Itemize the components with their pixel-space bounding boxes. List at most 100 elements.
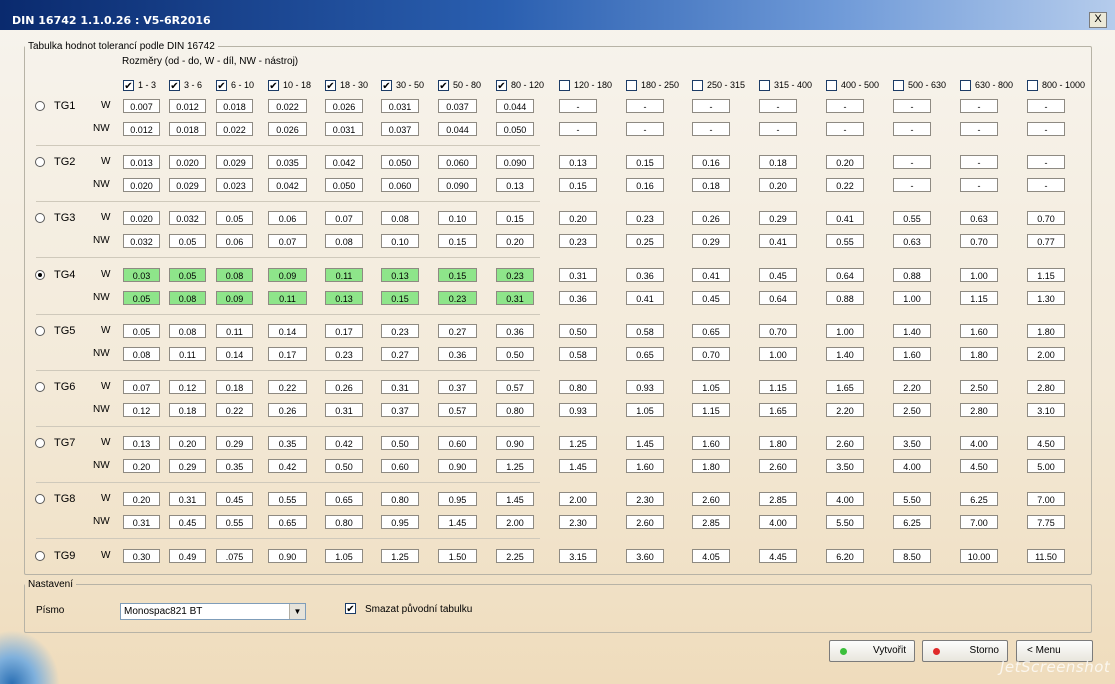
value-cell-tg8-w-5: 0.65 xyxy=(325,492,363,506)
column-checkbox-12[interactable] xyxy=(759,79,770,91)
value-cell-tg8-w-9: 2.00 xyxy=(559,492,597,506)
value-cell-tg4-nw-15: 1.15 xyxy=(960,291,998,305)
value-cell-tg2-nw-12: 0.20 xyxy=(759,178,797,192)
value-cell-tg8-nw-6: 0.95 xyxy=(381,515,419,529)
group-separator xyxy=(36,538,540,539)
column-checkbox-15[interactable] xyxy=(960,79,971,91)
radio-tg9[interactable] xyxy=(35,551,45,561)
column-checkbox-13[interactable] xyxy=(826,79,837,91)
value-cell-tg3-nw-9: 0.23 xyxy=(559,234,597,248)
column-checkbox-6[interactable]: ✔ xyxy=(381,79,392,92)
value-cell-tg7-nw-14: 4.00 xyxy=(893,459,931,473)
value-cell-tg5-w-13: 1.00 xyxy=(826,324,864,338)
value-cell-tg4-nw-1: 0.05 xyxy=(123,291,160,305)
value-cell-tg7-w-3: 0.29 xyxy=(216,436,253,450)
row-label-w: W xyxy=(101,493,111,504)
column-checkbox-3[interactable]: ✔ xyxy=(216,79,227,92)
column-checkbox-9[interactable] xyxy=(559,79,570,91)
value-cell-tg8-nw-8: 2.00 xyxy=(496,515,534,529)
value-cell-tg2-nw-16: - xyxy=(1027,178,1065,192)
value-cell-tg4-w-2: 0.05 xyxy=(169,268,206,282)
value-cell-tg3-nw-16: 0.77 xyxy=(1027,234,1065,248)
column-checkbox-16[interactable] xyxy=(1027,79,1038,91)
value-cell-tg3-nw-8: 0.20 xyxy=(496,234,534,248)
value-cell-tg3-nw-11: 0.29 xyxy=(692,234,730,248)
menu-button-label: < Menu xyxy=(1027,645,1061,656)
value-cell-tg3-w-7: 0.10 xyxy=(438,211,477,225)
radio-tg8[interactable] xyxy=(35,494,45,504)
column-range-label: 250 - 315 xyxy=(707,80,746,90)
value-cell-tg1-w-1: 0.007 xyxy=(123,99,160,113)
value-cell-tg6-w-12: 1.15 xyxy=(759,380,797,394)
column-header-6: ✔ 30 - 50 xyxy=(381,78,424,92)
column-checkbox-5[interactable]: ✔ xyxy=(325,79,336,92)
column-header-2: ✔ 3 - 6 xyxy=(169,78,202,92)
column-checkbox-11[interactable] xyxy=(692,79,703,91)
column-checkbox-4[interactable]: ✔ xyxy=(268,79,279,92)
chevron-down-icon[interactable]: ▼ xyxy=(289,604,305,619)
column-range-label: 315 - 400 xyxy=(774,80,813,90)
radio-tg3[interactable] xyxy=(35,213,45,223)
value-cell-tg7-w-5: 0.42 xyxy=(325,436,363,450)
value-cell-tg6-w-11: 1.05 xyxy=(692,380,730,394)
value-cell-tg5-w-1: 0.05 xyxy=(123,324,160,338)
column-checkbox-1[interactable]: ✔ xyxy=(123,79,134,92)
column-checkbox-8[interactable]: ✔ xyxy=(496,79,507,92)
value-cell-tg8-nw-14: 6.25 xyxy=(893,515,931,529)
value-cell-tg5-w-16: 1.80 xyxy=(1027,324,1065,338)
cancel-button-label: Storno xyxy=(969,645,999,656)
value-cell-tg4-w-9: 0.31 xyxy=(559,268,597,282)
column-header-16: 800 - 1000 xyxy=(1027,78,1085,92)
value-cell-tg3-nw-7: 0.15 xyxy=(438,234,477,248)
value-cell-tg3-w-15: 0.63 xyxy=(960,211,998,225)
value-cell-tg8-nw-11: 2.85 xyxy=(692,515,730,529)
value-cell-tg1-w-14: - xyxy=(893,99,931,113)
value-cell-tg5-w-4: 0.14 xyxy=(268,324,307,338)
settings-legend: Nastavení xyxy=(28,579,74,590)
value-cell-tg6-nw-6: 0.37 xyxy=(381,403,419,417)
value-cell-tg4-nw-16: 1.30 xyxy=(1027,291,1065,305)
row-label-w: W xyxy=(101,381,111,392)
value-cell-tg6-nw-2: 0.18 xyxy=(169,403,206,417)
value-cell-tg6-nw-15: 2.80 xyxy=(960,403,998,417)
value-cell-tg7-nw-2: 0.29 xyxy=(169,459,206,473)
value-cell-tg6-nw-1: 0.12 xyxy=(123,403,160,417)
value-cell-tg9-w-10: 3.60 xyxy=(626,549,664,563)
value-cell-tg8-nw-9: 2.30 xyxy=(559,515,597,529)
radio-tg5[interactable] xyxy=(35,326,45,336)
value-cell-tg4-nw-9: 0.36 xyxy=(559,291,597,305)
delete-original-checkbox[interactable]: ✔ xyxy=(345,603,356,615)
column-checkbox-2[interactable]: ✔ xyxy=(169,79,180,92)
column-range-label: 50 - 80 xyxy=(453,80,482,90)
column-checkbox-7[interactable]: ✔ xyxy=(438,79,449,92)
close-button[interactable]: X xyxy=(1089,12,1107,28)
value-cell-tg6-nw-9: 0.93 xyxy=(559,403,597,417)
cancel-button[interactable]: Storno xyxy=(922,640,1008,662)
value-cell-tg7-w-8: 0.90 xyxy=(496,436,534,450)
font-select[interactable]: Monospac821 BT ▼ xyxy=(120,603,306,620)
value-cell-tg3-w-11: 0.26 xyxy=(692,211,730,225)
column-checkbox-14[interactable] xyxy=(893,79,904,91)
value-cell-tg2-w-7: 0.060 xyxy=(438,155,477,169)
value-cell-tg7-nw-8: 1.25 xyxy=(496,459,534,473)
radio-tg7[interactable] xyxy=(35,438,45,448)
column-header-8: ✔ 80 - 120 xyxy=(496,78,544,92)
column-header-10: 180 - 250 xyxy=(626,78,679,92)
create-button[interactable]: Vytvořit xyxy=(829,640,915,662)
group-separator xyxy=(36,426,540,427)
value-cell-tg3-w-2: 0.032 xyxy=(169,211,206,225)
value-cell-tg2-nw-7: 0.090 xyxy=(438,178,477,192)
radio-tg1[interactable] xyxy=(35,101,45,111)
radio-tg6[interactable] xyxy=(35,382,45,392)
font-label: Písmo xyxy=(36,605,65,616)
group-label-tg3: TG3 xyxy=(54,212,76,224)
radio-tg4[interactable] xyxy=(35,270,45,280)
radio-tg2[interactable] xyxy=(35,157,45,167)
value-cell-tg1-w-15: - xyxy=(960,99,998,113)
value-cell-tg2-w-4: 0.035 xyxy=(268,155,307,169)
row-label-nw: NW xyxy=(93,235,110,246)
value-cell-tg2-nw-6: 0.060 xyxy=(381,178,419,192)
value-cell-tg3-nw-6: 0.10 xyxy=(381,234,419,248)
column-checkbox-10[interactable] xyxy=(626,79,637,91)
value-cell-tg3-w-1: 0.020 xyxy=(123,211,160,225)
